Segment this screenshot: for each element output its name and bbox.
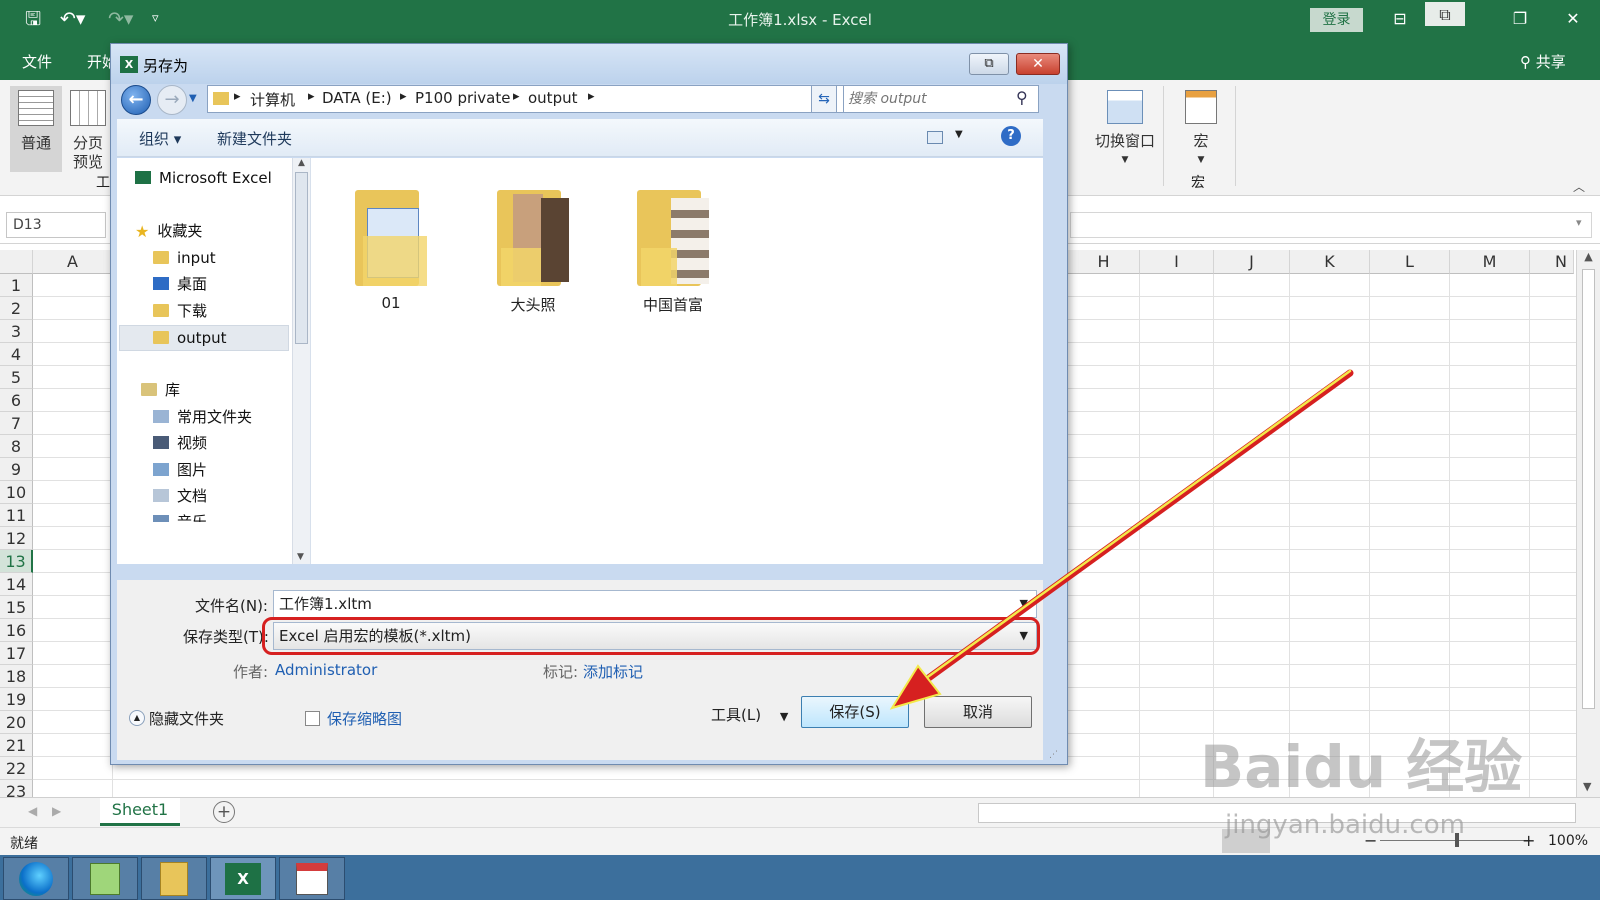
annotation-arrow <box>889 369 1354 710</box>
